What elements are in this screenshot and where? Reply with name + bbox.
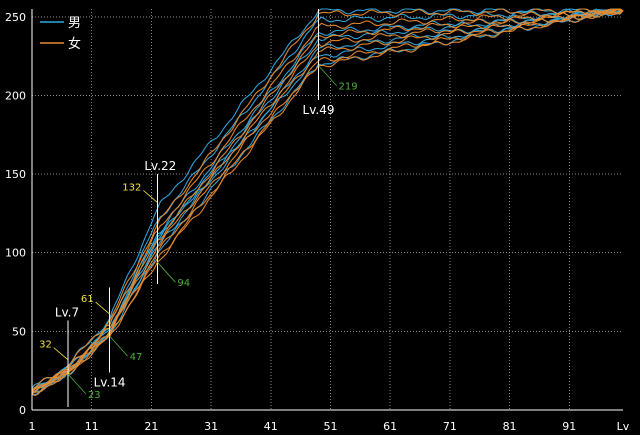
x-tick-label: 61 bbox=[383, 420, 397, 433]
x-tick-label: 11 bbox=[85, 420, 99, 433]
x-tick-label: 81 bbox=[503, 420, 517, 433]
legend-label: 女 bbox=[68, 36, 81, 52]
annotation-value: 132 bbox=[122, 182, 141, 193]
annotation-value: 219 bbox=[339, 82, 358, 93]
series-lines bbox=[31, 8, 624, 397]
annotation-leader bbox=[157, 261, 176, 283]
x-tick-label: 31 bbox=[204, 420, 218, 433]
level-marker-label: Lv.7 bbox=[55, 305, 79, 319]
x-tick-label: 21 bbox=[144, 420, 158, 433]
annotation-value: 32 bbox=[39, 340, 52, 351]
annotation-leader bbox=[53, 347, 69, 360]
annotation-value: 94 bbox=[177, 278, 190, 289]
series-line bbox=[31, 10, 624, 394]
series-line bbox=[31, 9, 624, 395]
annotation-leader bbox=[95, 301, 110, 315]
annotation-value: 47 bbox=[130, 352, 143, 363]
x-tick-label: 91 bbox=[562, 420, 576, 433]
annotation-leader bbox=[318, 65, 337, 86]
legend-label: 男 bbox=[68, 16, 81, 31]
level-marker-label: Lv.14 bbox=[94, 375, 126, 389]
legend: 男女 bbox=[40, 16, 81, 52]
y-tick-label: 200 bbox=[5, 89, 26, 102]
x-tick-label: 51 bbox=[323, 420, 337, 433]
x-tick-label: 41 bbox=[264, 420, 278, 433]
x-tick-label: 1 bbox=[29, 420, 36, 433]
annotation-value: 23 bbox=[88, 390, 101, 401]
grid bbox=[31, 9, 623, 411]
y-tick-label: 150 bbox=[5, 168, 26, 181]
series-line bbox=[31, 10, 624, 392]
annotation-leader bbox=[67, 373, 87, 395]
annotation-leader bbox=[143, 190, 158, 203]
level-marker-label: Lv.22 bbox=[144, 159, 176, 173]
level-stat-chart: Lv.7 Lv.14 Lv.22 Lv.49 32 23 61 47 132 94 219 0 50… bbox=[0, 0, 640, 435]
series-line bbox=[31, 10, 624, 396]
y-tick-label: 100 bbox=[5, 247, 26, 260]
series-line bbox=[31, 10, 624, 397]
x-axis-label: Lv bbox=[617, 420, 630, 433]
x-tick-label: 71 bbox=[443, 420, 457, 433]
y-tick-label: 0 bbox=[19, 404, 26, 417]
y-tick-label: 50 bbox=[12, 325, 26, 338]
annotation-leader bbox=[109, 335, 128, 357]
axes: 0501001502002501 11 21 31 41 51 61 71 81 91 Lv bbox=[5, 9, 630, 433]
level-marker-label: Lv.49 bbox=[303, 103, 335, 117]
annotation-value: 61 bbox=[81, 294, 94, 305]
y-tick-label: 250 bbox=[5, 11, 26, 24]
series-line bbox=[31, 8, 624, 389]
series-line bbox=[31, 9, 624, 394]
